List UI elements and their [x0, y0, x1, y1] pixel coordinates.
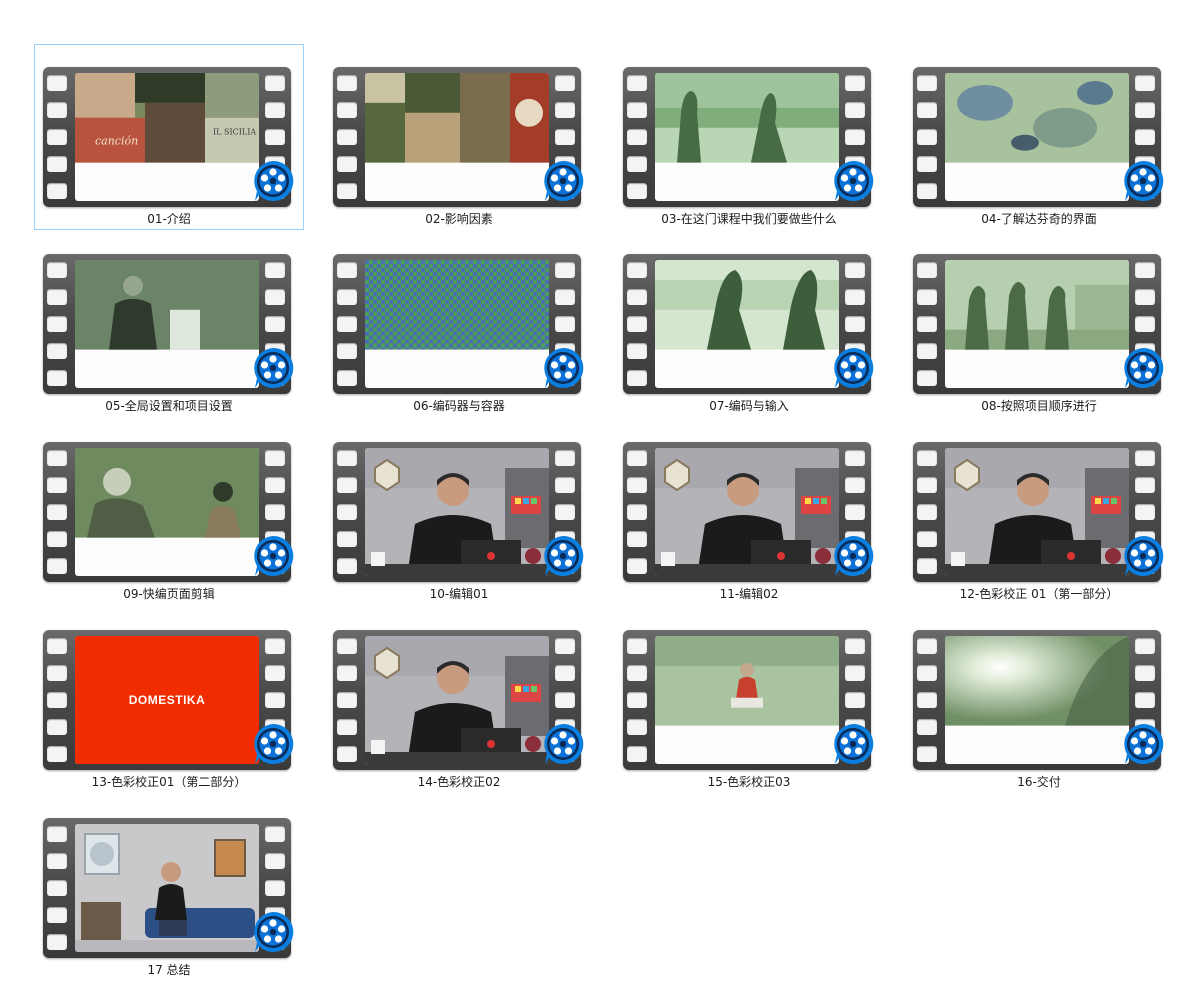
video-thumbnail — [945, 260, 1129, 388]
film-sprocket-holes — [47, 262, 69, 386]
file-name-label[interactable]: 04-了解达芬奇的界面 — [905, 210, 1173, 227]
video-player-badge-icon — [254, 723, 294, 764]
video-player-badge-icon — [254, 911, 294, 952]
video-player-badge-icon — [544, 160, 584, 201]
video-file-tile[interactable]: 02-影响因素 — [324, 44, 594, 230]
file-name-label[interactable]: 16-交付 — [905, 773, 1173, 790]
file-name-label[interactable]: 11-编辑02 — [615, 585, 883, 602]
film-sprocket-holes — [337, 450, 359, 574]
file-name-label[interactable]: 14-色彩校正02 — [325, 773, 593, 790]
video-player-badge-icon — [544, 723, 584, 764]
file-name-label[interactable]: 03-在这门课程中我们要做些什么 — [615, 210, 883, 227]
video-thumbnail — [655, 73, 839, 201]
video-file-tile[interactable]: 11-编辑02 — [614, 419, 884, 605]
video-thumbnail — [75, 448, 259, 576]
film-sprocket-holes — [627, 450, 649, 574]
video-thumbnail — [945, 636, 1129, 764]
video-player-badge-icon — [254, 160, 294, 201]
video-file-tile[interactable]: canción IL SICILIA 01-介绍 — [34, 44, 304, 230]
video-player-badge-icon — [1124, 535, 1164, 576]
video-thumbnail — [945, 73, 1129, 201]
film-sprocket-holes — [47, 826, 69, 950]
video-thumbnail — [365, 448, 549, 576]
file-name-label[interactable]: 05-全局设置和项目设置 — [35, 397, 303, 414]
video-file-tile[interactable]: 04-了解达芬奇的界面 — [904, 44, 1174, 230]
film-sprocket-holes — [917, 638, 939, 762]
video-player-badge-icon — [834, 535, 874, 576]
film-sprocket-holes — [47, 450, 69, 574]
video-thumbnail — [655, 448, 839, 576]
video-player-badge-icon — [544, 347, 584, 388]
film-sprocket-holes — [337, 75, 359, 199]
film-sprocket-holes — [917, 262, 939, 386]
file-thumbnail-grid: canción IL SICILIA 01-介绍 02-影响因素 03-在这门课… — [0, 0, 1204, 1004]
film-sprocket-holes — [47, 638, 69, 762]
video-player-badge-icon — [834, 723, 874, 764]
video-thumbnail — [655, 636, 839, 764]
film-sprocket-holes — [917, 75, 939, 199]
file-name-label[interactable]: 17 总结 — [35, 961, 303, 978]
video-player-badge-icon — [254, 347, 294, 388]
video-file-tile[interactable]: 15-色彩校正03 — [614, 607, 884, 793]
file-name-label[interactable]: 02-影响因素 — [325, 210, 593, 227]
file-name-label[interactable]: 08-按照项目顺序进行 — [905, 397, 1173, 414]
file-name-label[interactable]: 09-快编页面剪辑 — [35, 585, 303, 602]
video-file-tile[interactable]: 10-编辑01 — [324, 419, 594, 605]
file-name-label[interactable]: 13-色彩校正01（第二部分） — [35, 773, 303, 790]
video-thumbnail — [365, 73, 549, 201]
video-thumbnail — [655, 260, 839, 388]
video-file-tile[interactable]: 08-按照项目顺序进行 — [904, 231, 1174, 417]
svg-text:canción: canción — [95, 135, 138, 148]
video-thumbnail — [945, 448, 1129, 576]
svg-text:IL SICILIA: IL SICILIA — [213, 128, 256, 137]
file-name-label[interactable]: 10-编辑01 — [325, 585, 593, 602]
video-thumbnail: canción IL SICILIA — [75, 73, 259, 201]
film-sprocket-holes — [47, 75, 69, 199]
video-file-tile[interactable]: 12-色彩校正 01（第一部分） — [904, 419, 1174, 605]
file-name-label[interactable]: 07-编码与输入 — [615, 397, 883, 414]
video-player-badge-icon — [1124, 347, 1164, 388]
video-player-badge-icon — [1124, 160, 1164, 201]
video-player-badge-icon — [834, 160, 874, 201]
film-sprocket-holes — [337, 638, 359, 762]
video-thumbnail: DOMESTIKA — [75, 636, 259, 764]
video-player-badge-icon — [834, 347, 874, 388]
video-file-tile[interactable]: 05-全局设置和项目设置 — [34, 231, 304, 417]
file-name-label[interactable]: 06-编码器与容器 — [325, 397, 593, 414]
video-file-tile[interactable]: 09-快编页面剪辑 — [34, 419, 304, 605]
file-name-label[interactable]: 15-色彩校正03 — [615, 773, 883, 790]
file-name-label[interactable]: 01-介绍 — [35, 210, 303, 227]
film-sprocket-holes — [627, 638, 649, 762]
video-file-tile[interactable]: DOMESTIKA 13-色彩校正01（第二部分） — [34, 607, 304, 793]
video-file-tile[interactable]: 07-编码与输入 — [614, 231, 884, 417]
video-thumbnail — [75, 260, 259, 388]
video-file-tile[interactable]: 14-色彩校正02 — [324, 607, 594, 793]
video-player-badge-icon — [1124, 723, 1164, 764]
video-thumbnail — [365, 636, 549, 764]
video-file-tile[interactable]: 06-编码器与容器 — [324, 231, 594, 417]
film-sprocket-holes — [337, 262, 359, 386]
video-player-badge-icon — [254, 535, 294, 576]
video-thumbnail — [365, 260, 549, 388]
film-sprocket-holes — [627, 75, 649, 199]
domestika-logo-text: DOMESTIKA — [128, 693, 206, 707]
video-file-tile[interactable]: 03-在这门课程中我们要做些什么 — [614, 44, 884, 230]
film-sprocket-holes — [917, 450, 939, 574]
file-name-label[interactable]: 12-色彩校正 01（第一部分） — [905, 585, 1173, 602]
video-thumbnail — [75, 824, 259, 952]
video-file-tile[interactable]: 16-交付 — [904, 607, 1174, 793]
video-player-badge-icon — [544, 535, 584, 576]
film-sprocket-holes — [627, 262, 649, 386]
video-file-tile[interactable]: 17 总结 — [34, 795, 304, 981]
